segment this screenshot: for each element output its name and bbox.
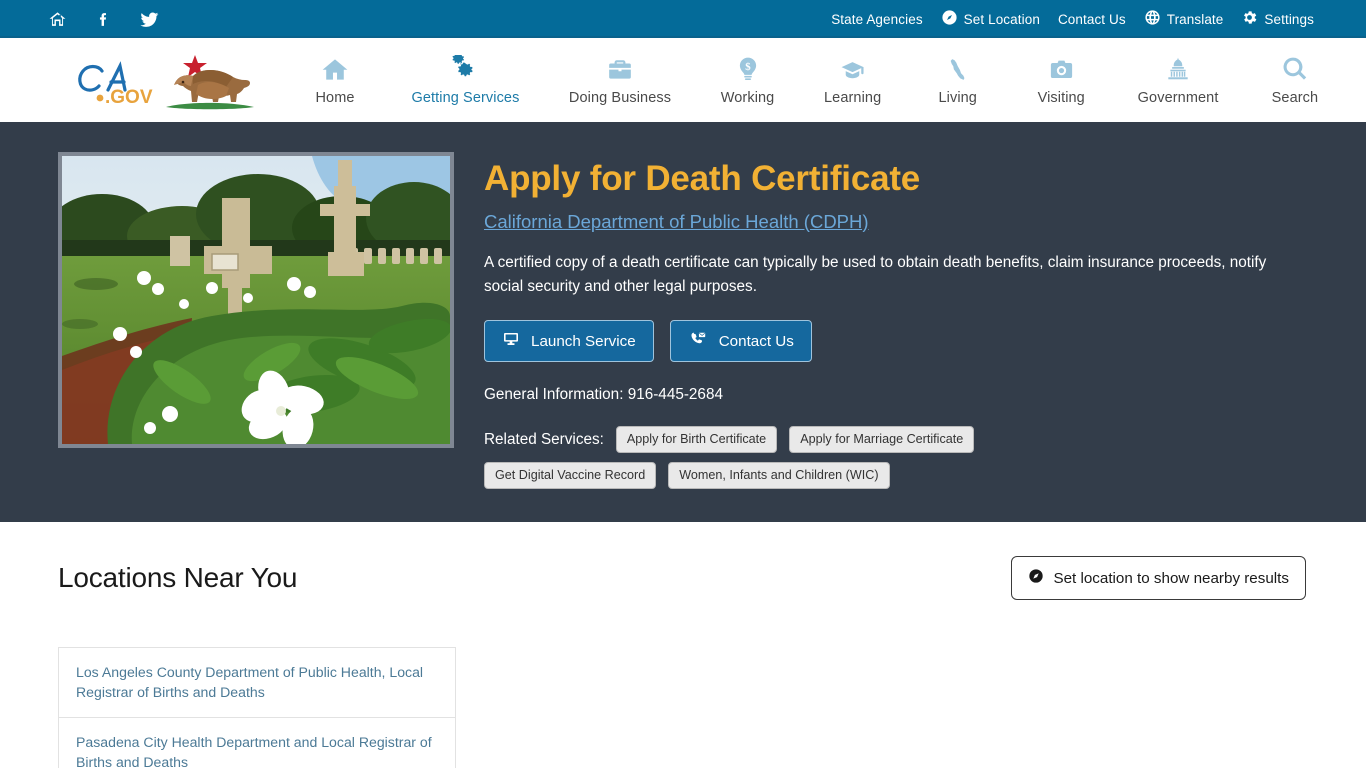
nav-label: Search	[1271, 90, 1319, 106]
gears-icon	[449, 53, 481, 83]
contact-us-button[interactable]: Contact Us	[669, 320, 812, 363]
globe-icon	[1144, 9, 1161, 29]
compass-icon	[941, 9, 958, 29]
agency-link[interactable]: California Department of Public Health (…	[484, 211, 869, 233]
related-service-tag[interactable]: Apply for Birth Certificate	[615, 426, 778, 454]
utility-link-label: Set Location	[963, 11, 1040, 27]
page-title: Apply for Death Certificate	[484, 159, 921, 198]
contact-us-label: Contact Us	[718, 332, 794, 350]
related-services-label: Related Services:	[484, 430, 604, 448]
list-item[interactable]: Los Angeles County Department of Public …	[59, 648, 455, 718]
nav-item-learning[interactable]: Learning	[824, 53, 881, 106]
main-navigation: Home Getting Services Doing Business $ W…	[266, 53, 1326, 106]
related-service-tag[interactable]: Get Digital Vaccine Record	[484, 462, 657, 490]
utility-link-label: Translate	[1166, 11, 1224, 27]
launch-service-label: Launch Service	[531, 332, 636, 350]
location-link[interactable]: Los Angeles County Department of Public …	[76, 662, 438, 702]
general-information-phone: General Information: 916-445-2684	[484, 386, 723, 404]
utility-links: State Agencies Set Location Contact Us T…	[831, 9, 1314, 29]
phone-envelope-icon	[688, 331, 708, 351]
utility-link-label: Contact Us	[1057, 11, 1126, 27]
nav-item-doing-business[interactable]: Doing Business	[569, 53, 671, 106]
svg-text:$: $	[745, 61, 751, 73]
bear-icon	[174, 69, 250, 102]
nav-label: Living	[938, 90, 977, 106]
graduation-cap-icon	[837, 53, 868, 83]
nav-item-working[interactable]: $ Working	[721, 53, 775, 106]
desktop-monitor-icon	[502, 331, 520, 351]
nav-label: Learning	[824, 90, 882, 106]
nav-item-visiting[interactable]: Visiting	[1034, 53, 1088, 106]
california-state-icon	[947, 53, 969, 83]
utility-link-settings[interactable]: Settings	[1241, 9, 1314, 29]
nav-item-living[interactable]: Living	[931, 53, 985, 106]
list-item[interactable]: Pasadena City Health Department and Loca…	[59, 718, 455, 768]
utility-link-label: State Agencies	[831, 11, 923, 27]
nav-item-government[interactable]: Government	[1138, 53, 1219, 106]
twitter-icon[interactable]	[138, 8, 160, 30]
briefcase-icon	[605, 53, 635, 83]
nav-label: Working	[720, 90, 775, 106]
utility-bar: State Agencies Set Location Contact Us T…	[0, 0, 1366, 38]
related-service-tag[interactable]: Women, Infants and Children (WIC)	[668, 462, 890, 490]
utility-link-state-agencies[interactable]: State Agencies	[831, 12, 922, 27]
related-service-tag[interactable]: Apply for Marriage Certificate	[789, 426, 975, 454]
nav-item-home[interactable]: Home	[308, 53, 362, 106]
locations-header: Locations Near You Set location to show …	[58, 556, 1306, 600]
camera-icon	[1046, 53, 1077, 83]
utility-link-set-location[interactable]: Set Location	[941, 9, 1040, 29]
service-description: A certified copy of a death certificate …	[484, 253, 1267, 296]
locations-section: Locations Near You Set location to show …	[0, 522, 1366, 768]
utility-link-translate[interactable]: Translate	[1144, 9, 1224, 29]
home-icon[interactable]	[46, 8, 68, 30]
social-links	[46, 8, 160, 30]
ca-gov-logo[interactable]: .GOV	[56, 49, 266, 111]
gear-icon	[1241, 9, 1258, 29]
launch-service-button[interactable]: Launch Service	[484, 320, 654, 363]
capitol-dome-icon	[1164, 53, 1192, 83]
main-header: .GOV Home Getting Services Doing Busines…	[0, 38, 1366, 122]
nav-item-getting-services[interactable]: Getting Services	[411, 53, 519, 106]
related-services: Related Services: Apply for Birth Certif…	[484, 426, 1144, 490]
house-icon	[320, 53, 350, 83]
nav-label: Getting Services	[411, 90, 520, 106]
nav-label: Government	[1137, 90, 1219, 106]
service-action-buttons: Launch Service Contact Us	[484, 320, 1326, 363]
nav-label: Doing Business	[568, 90, 672, 106]
locations-title: Locations Near You	[58, 562, 298, 593]
set-location-button[interactable]: Set location to show nearby results	[1011, 556, 1306, 600]
service-details: Apply for Death Certificate California D…	[484, 152, 1326, 522]
utility-link-label: Settings	[1264, 11, 1314, 27]
compass-icon	[1028, 568, 1044, 588]
set-location-label: Set location to show nearby results	[1053, 569, 1289, 587]
service-hero-image	[58, 152, 454, 448]
nav-label: Visiting	[1037, 90, 1085, 106]
location-link[interactable]: Pasadena City Health Department and Loca…	[76, 732, 438, 768]
utility-link-contact-us[interactable]: Contact Us	[1058, 12, 1126, 27]
lightbulb-dollar-icon: $	[735, 53, 761, 83]
locations-list: Los Angeles County Department of Public …	[58, 647, 456, 768]
magnifier-icon	[1281, 53, 1309, 83]
nav-label: Home	[315, 90, 355, 106]
service-hero: Apply for Death Certificate California D…	[0, 122, 1366, 522]
svg-text:.GOV: .GOV	[105, 87, 153, 108]
nav-item-search[interactable]: Search	[1268, 53, 1322, 106]
facebook-icon[interactable]	[92, 8, 114, 30]
